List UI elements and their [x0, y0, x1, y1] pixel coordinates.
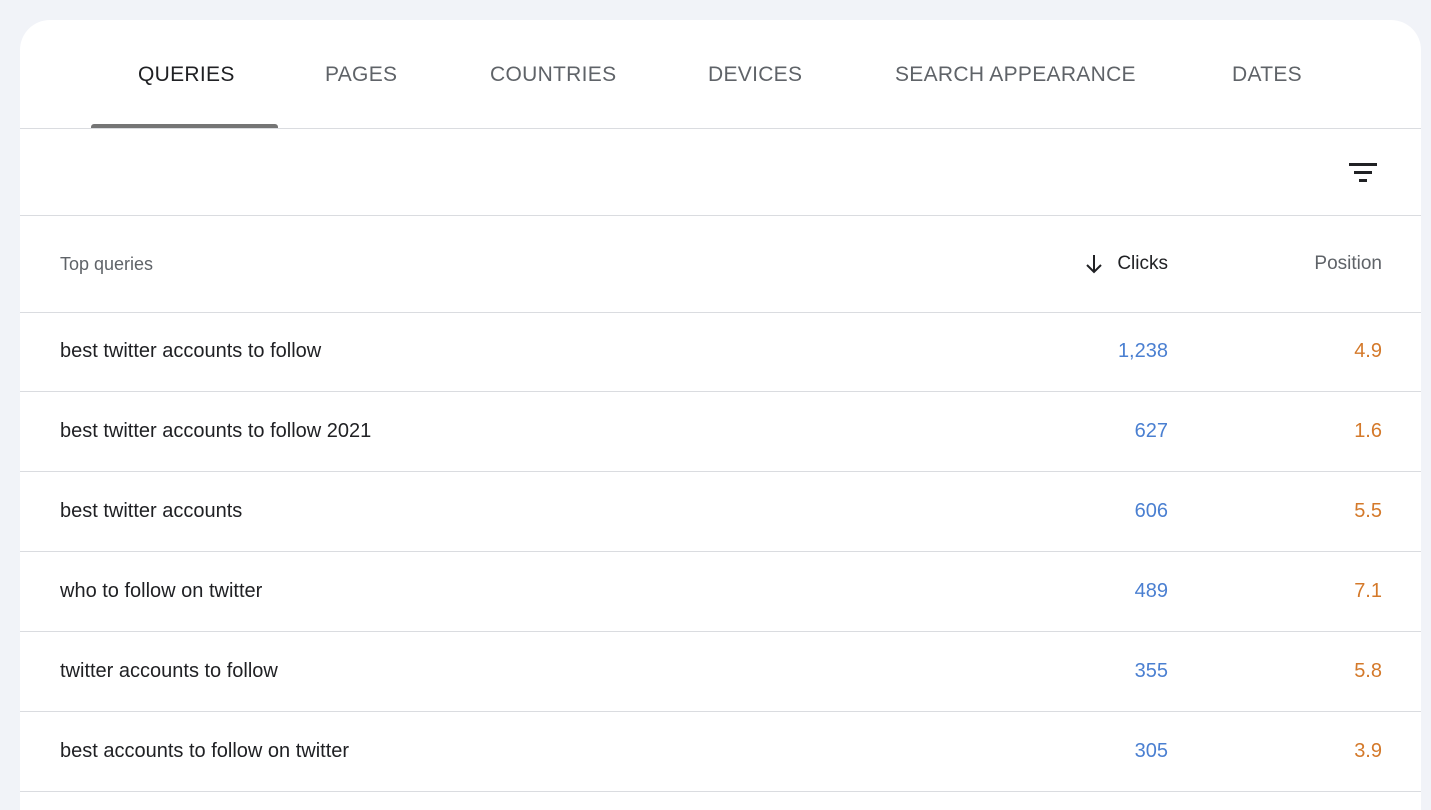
clicks-cell: 489 — [1134, 580, 1168, 602]
tab-devices[interactable]: DEVICES — [708, 20, 802, 128]
clicks-cell: 606 — [1134, 500, 1168, 522]
query-cell: best accounts to follow on twitter — [60, 740, 350, 762]
clicks-cell: 627 — [1134, 420, 1168, 442]
table-row[interactable]: twitter accounts to follow 355 5.8 — [20, 632, 1421, 712]
table-row[interactable]: best twitter accounts to follow 2021 627… — [20, 392, 1421, 472]
query-cell: best twitter accounts — [60, 500, 243, 522]
query-cell: twitter accounts to follow — [60, 660, 278, 682]
column-header-clicks[interactable]: Clicks — [1084, 216, 1168, 312]
tab-queries[interactable]: QUERIES — [138, 20, 235, 128]
performance-table-card: QUERIES PAGES COUNTRIES DEVICES SEARCH A… — [20, 20, 1421, 810]
table-header-row: Top queries Clicks Position — [20, 216, 1421, 313]
table-row[interactable]: best accounts to follow on twitter 305 3… — [20, 712, 1421, 792]
dimension-tabs: QUERIES PAGES COUNTRIES DEVICES SEARCH A… — [20, 20, 1421, 129]
tab-countries[interactable]: COUNTRIES — [490, 20, 616, 128]
tab-search-appearance[interactable]: SEARCH APPEARANCE — [895, 20, 1136, 128]
position-cell: 4.9 — [1354, 340, 1382, 362]
tab-pages[interactable]: PAGES — [325, 20, 397, 128]
active-tab-indicator — [91, 124, 278, 128]
query-cell: best twitter accounts to follow — [60, 340, 322, 362]
position-cell: 5.5 — [1354, 500, 1382, 522]
column-header-clicks-label: Clicks — [1117, 253, 1168, 274]
query-cell: best twitter accounts to follow 2021 — [60, 420, 372, 442]
tab-dates[interactable]: DATES — [1232, 20, 1302, 128]
table-row[interactable]: best twitter accounts 606 5.5 — [20, 472, 1421, 552]
table-row[interactable]: who to follow on twitter 489 7.1 — [20, 552, 1421, 632]
table-row[interactable]: best twitter accounts to follow 1,238 4.… — [20, 312, 1421, 392]
position-cell: 1.6 — [1354, 420, 1382, 442]
clicks-cell: 1,238 — [1117, 340, 1168, 362]
position-cell: 7.1 — [1354, 580, 1382, 602]
clicks-cell: 355 — [1134, 660, 1168, 682]
clicks-cell: 305 — [1134, 740, 1168, 762]
arrow-down-icon — [1086, 255, 1103, 274]
position-cell: 3.9 — [1354, 740, 1382, 762]
column-header-top-queries: Top queries — [60, 254, 154, 274]
column-header-position[interactable]: Position — [1314, 216, 1382, 312]
table-body: best twitter accounts to follow 1,238 4.… — [20, 312, 1421, 792]
position-cell: 5.8 — [1354, 660, 1382, 682]
query-cell: who to follow on twitter — [60, 580, 263, 602]
filter-list-icon[interactable] — [1345, 155, 1381, 189]
filter-bar — [20, 129, 1421, 216]
